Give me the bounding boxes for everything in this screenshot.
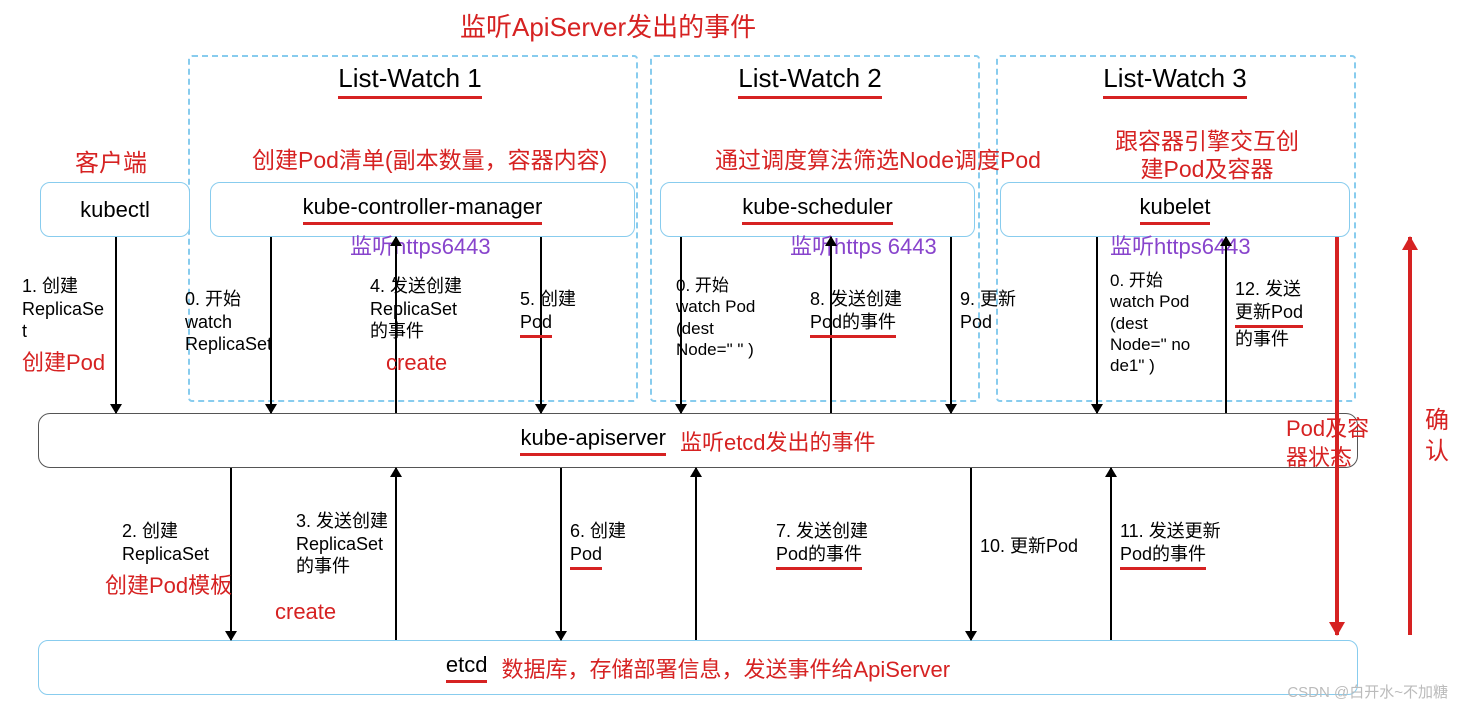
kubectl-label: kubectl — [80, 197, 150, 223]
title-top: 监听ApiServer发出的事件 — [460, 12, 756, 43]
client-label: 客户端 — [75, 150, 147, 179]
step-2-red: 创建Pod模板 — [105, 573, 232, 599]
step-12: 12. 发送更新Pod的事件 — [1235, 278, 1303, 351]
kubectl-box: kubectl — [40, 182, 190, 237]
step-11: 11. 发送更新Pod的事件 — [1120, 520, 1221, 570]
kcm-desc: 创建Pod清单(副本数量，容器内容) — [252, 147, 607, 175]
kcm-label: kube-controller-manager — [303, 194, 543, 225]
arrow-s3 — [395, 468, 397, 640]
ksched-label: kube-scheduler — [742, 194, 892, 225]
step-1-red: 创建Pod — [22, 350, 105, 376]
step-1: 1. 创建 ReplicaSe t — [22, 275, 104, 343]
ksched-box: kube-scheduler — [660, 182, 975, 237]
arrow-s11 — [1110, 468, 1112, 640]
step-8: 8. 发送创建Pod的事件 — [810, 288, 902, 338]
confirm-label: 确 认 — [1425, 405, 1449, 467]
kubelet-box: kubelet — [1000, 182, 1350, 237]
etcd-box: etcd 数据库，存储部署信息，发送事件给ApiServer — [38, 640, 1358, 695]
arrow-s2 — [230, 468, 232, 640]
step-7: 7. 发送创建Pod的事件 — [776, 520, 868, 570]
kubelet-label: kubelet — [1140, 194, 1211, 225]
watermark: CSDN @白开水~不加糖 — [1287, 681, 1448, 702]
step-2: 2. 创建 ReplicaSet — [122, 520, 209, 565]
step-0a: 0. 开始 watch ReplicaSet — [185, 288, 272, 356]
listwatch-2-label: List-Watch 2 — [680, 63, 940, 99]
arrow-s12 — [1225, 237, 1227, 413]
arrow-s1 — [115, 237, 117, 413]
step-3: 3. 发送创建 ReplicaSet 的事件 — [296, 510, 388, 578]
apiserver-note: 监听etcd发出的事件 — [680, 425, 876, 457]
kcm-listen: 监听https6443 — [350, 234, 491, 260]
apiserver-box: kube-apiserver 监听etcd发出的事件 — [38, 413, 1358, 468]
step-0c: 0. 开始 watch Pod (dest Node=" no de1" ) — [1110, 270, 1190, 376]
arrow-s0c — [1096, 237, 1098, 413]
etcd-label: etcd — [446, 652, 488, 683]
step-10: 10. 更新Pod — [980, 535, 1078, 558]
step-6: 6. 创建Pod — [570, 520, 626, 570]
arrow-s7 — [695, 468, 697, 640]
step-3-red: create — [275, 599, 336, 625]
kubelet-desc: 跟容器引擎交互创建Pod及容器 — [1115, 128, 1299, 183]
pod-status-label: Pod及容 器状态 — [1286, 415, 1369, 472]
step-0b: 0. 开始 watch Pod (dest Node=" " ) — [676, 275, 755, 360]
arrow-s6 — [560, 468, 562, 640]
step-5: 5. 创建Pod — [520, 288, 576, 338]
step-4: 4. 发送创建 ReplicaSet 的事件 — [370, 275, 462, 343]
ksched-desc: 通过调度算法筛选Node调度Pod — [715, 147, 1041, 175]
step-9: 9. 更新 Pod — [960, 288, 1016, 333]
red-arrow-up — [1408, 237, 1412, 635]
arrow-s10 — [970, 468, 972, 640]
apiserver-label: kube-apiserver — [520, 425, 666, 456]
listwatch-3-label: List-Watch 3 — [1030, 63, 1320, 99]
step-4-red: create — [386, 350, 447, 376]
listwatch-1-label: List-Watch 1 — [250, 63, 570, 99]
arrow-s9 — [950, 237, 952, 413]
kcm-box: kube-controller-manager — [210, 182, 635, 237]
etcd-note: 数据库，存储部署信息，发送事件给ApiServer — [501, 652, 950, 684]
ksched-listen: 监听https 6443 — [790, 234, 937, 260]
